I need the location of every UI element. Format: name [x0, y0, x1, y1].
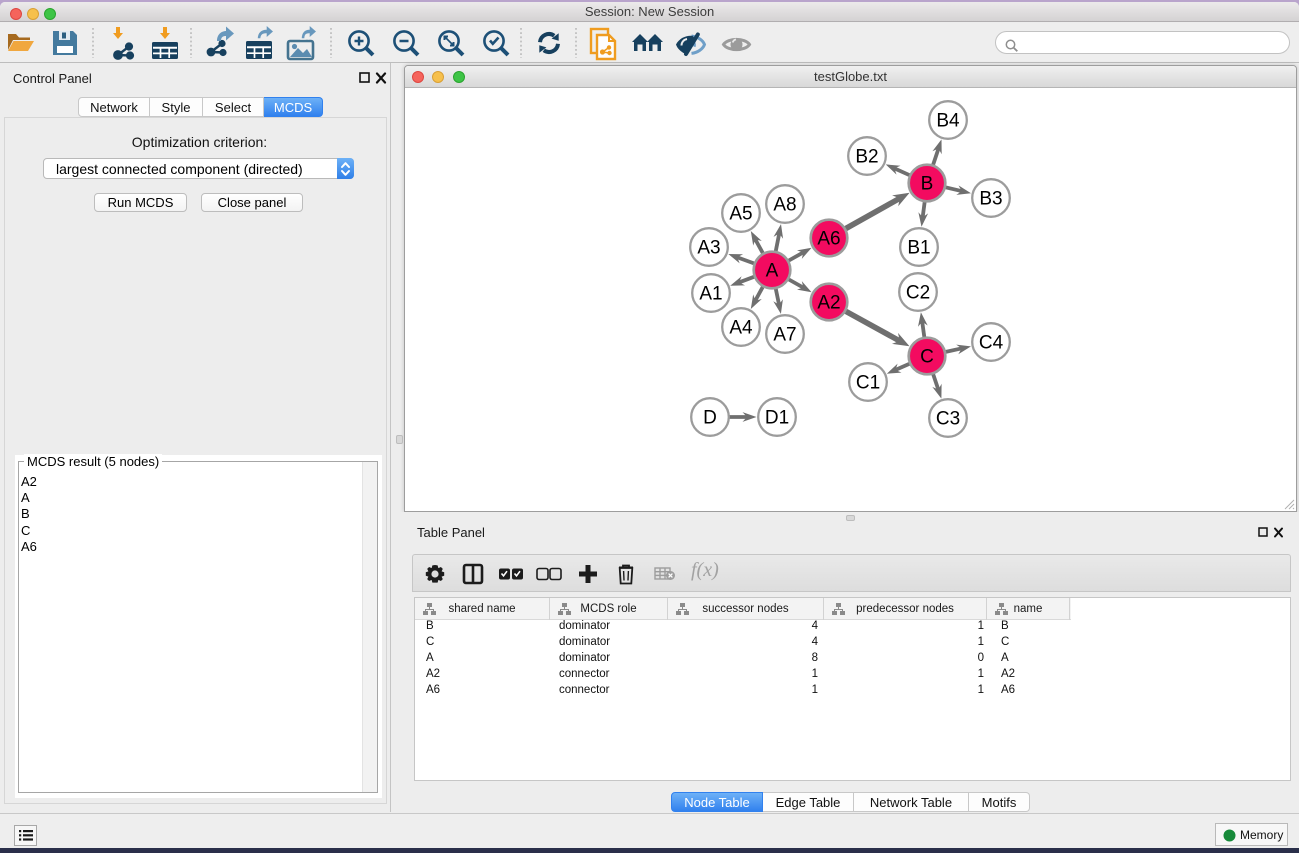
svg-text:B4: B4	[936, 110, 960, 131]
svg-text:A4: A4	[729, 317, 753, 338]
svg-text:A7: A7	[773, 324, 796, 345]
svg-text:A1: A1	[699, 283, 722, 304]
svg-text:D: D	[703, 407, 717, 428]
svg-text:A: A	[766, 260, 779, 281]
svg-text:C2: C2	[906, 282, 930, 303]
svg-text:D1: D1	[765, 407, 789, 428]
svg-text:B1: B1	[907, 237, 930, 258]
svg-text:A3: A3	[697, 237, 720, 258]
svg-text:C3: C3	[936, 408, 960, 429]
svg-text:C4: C4	[979, 332, 1004, 353]
svg-text:C1: C1	[856, 372, 880, 393]
svg-text:A5: A5	[729, 203, 752, 224]
svg-text:A6: A6	[817, 228, 840, 249]
svg-text:A8: A8	[773, 194, 796, 215]
svg-text:B: B	[921, 173, 934, 194]
svg-text:B3: B3	[979, 188, 1002, 209]
svg-text:A2: A2	[817, 292, 840, 313]
svg-text:B2: B2	[855, 146, 878, 167]
svg-text:C: C	[920, 346, 934, 367]
